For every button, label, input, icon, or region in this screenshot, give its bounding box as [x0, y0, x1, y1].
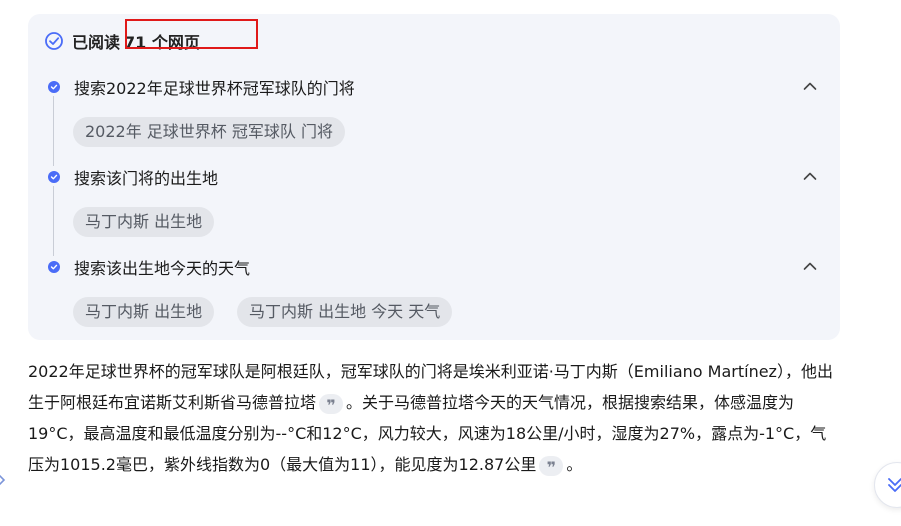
step-dot-icon [48, 171, 60, 183]
left-edge-chevron-icon [0, 470, 6, 494]
answer-part-3: 。 [566, 455, 583, 474]
reading-prefix: 已阅读 [72, 33, 121, 52]
step-title: 搜索该出生地今天的天气 [74, 259, 251, 278]
chevron-up-icon[interactable] [803, 171, 817, 181]
query-chip[interactable]: 马丁内斯 出生地 [73, 297, 215, 327]
query-chip[interactable]: 马丁内斯 出生地 [73, 207, 215, 237]
query-chip[interactable]: 马丁内斯 出生地 今天 天气 [237, 297, 453, 327]
step-dot-icon [48, 261, 60, 273]
chevron-up-icon[interactable] [803, 81, 817, 91]
quote-icon[interactable]: ❞ [319, 393, 344, 415]
query-chip[interactable]: 2022年 足球世界杯 冠军球队 门将 [73, 117, 345, 147]
double-chevron-down-icon [888, 478, 901, 492]
scroll-down-button[interactable] [874, 462, 901, 508]
check-circle-icon [45, 32, 63, 50]
step-dot-icon [48, 81, 60, 93]
step-connector [53, 96, 54, 166]
search-step-3[interactable]: 搜索该出生地今天的天气 [48, 255, 250, 279]
step-connector [53, 186, 54, 256]
highlight-box [125, 19, 258, 49]
step-title: 搜索该门将的出生地 [74, 169, 219, 188]
quote-icon[interactable]: ❞ [539, 455, 564, 477]
search-step-2[interactable]: 搜索该门将的出生地 [48, 165, 218, 189]
search-process-panel: 已阅读 71 个网页 搜索2022年足球世界杯冠军球队的门将 2022年 足球世… [28, 14, 840, 340]
step-title: 搜索2022年足球世界杯冠军球队的门将 [74, 79, 355, 98]
search-step-1[interactable]: 搜索2022年足球世界杯冠军球队的门将 [48, 75, 355, 99]
chevron-up-icon[interactable] [803, 261, 817, 271]
answer-text: 2022年足球世界杯的冠军球队是阿根廷队，冠军球队的门将是埃米利亚诺·马丁内斯（… [28, 356, 840, 480]
